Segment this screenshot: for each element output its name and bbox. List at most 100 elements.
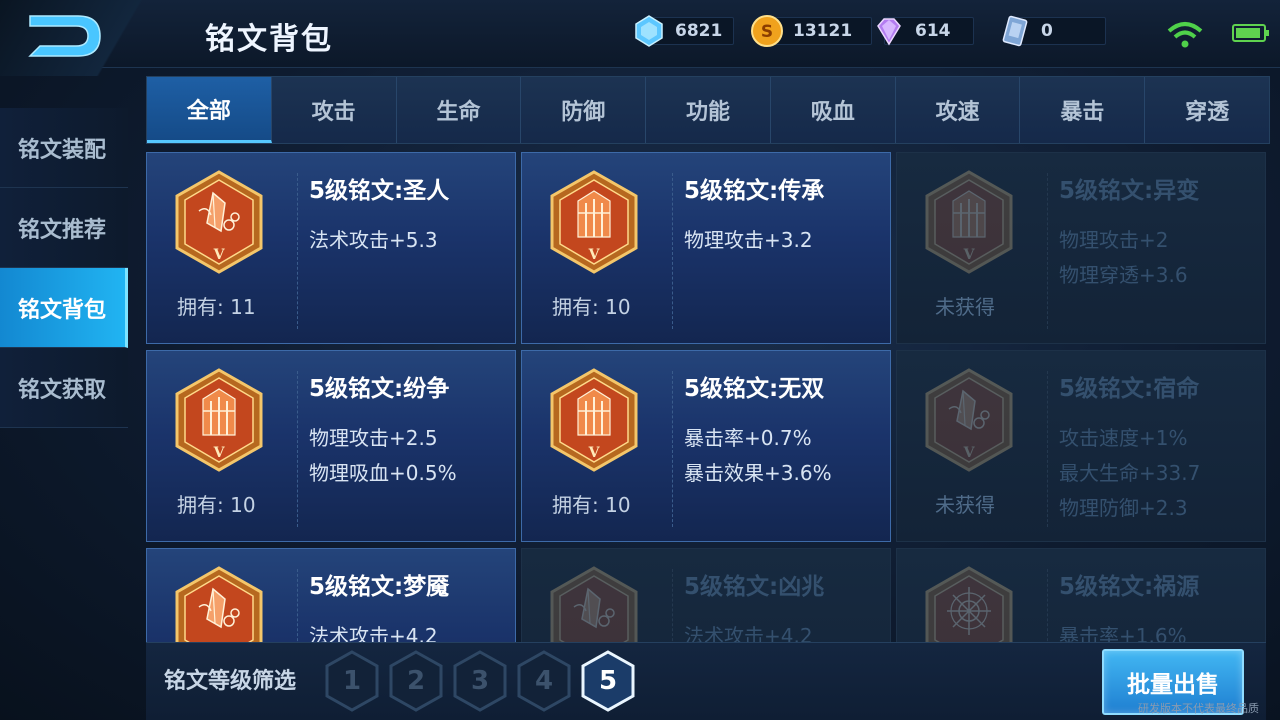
card-divider: [1047, 173, 1048, 329]
card-divider: [1047, 371, 1048, 527]
inscription-emblem-icon: V: [173, 367, 265, 475]
sidebar-item-obtain[interactable]: 铭文获取: [0, 348, 128, 428]
level-number: 3: [470, 666, 490, 696]
tab-all[interactable]: 全部: [147, 77, 272, 143]
voucher-currency[interactable]: 0: [998, 15, 1106, 47]
inscription-emblem-icon: V: [923, 367, 1015, 475]
inscription-stats: 暴击率+1.6%: [1059, 619, 1187, 642]
inscription-card[interactable]: V 5级铭文:梦魇法术攻击+4.2: [146, 548, 516, 642]
svg-text:V: V: [588, 445, 601, 461]
sidebar-item-recommend[interactable]: 铭文推荐: [0, 188, 128, 268]
svg-text:S: S: [761, 22, 773, 42]
inscription-stat: 物理穿透+3.6: [1059, 263, 1188, 287]
level-filter-5[interactable]: 5: [580, 649, 636, 713]
inscription-stat: 物理吸血+0.5%: [309, 461, 457, 485]
inscription-emblem-icon: V: [548, 169, 640, 277]
inscription-stat: 暴击率+0.7%: [684, 426, 812, 450]
inscription-emblem-icon: V: [923, 169, 1015, 277]
sidebar-item-equip[interactable]: 铭文装配: [0, 108, 128, 188]
sidebar-item-backpack[interactable]: 铭文背包: [0, 268, 128, 348]
inscription-grid: V 5级铭文:圣人法术攻击+5.3 拥有: 11 V 5级铭文:传承 物理攻击+3.2 拥有…: [146, 152, 1266, 642]
inscription-card[interactable]: V 5级铭文:纷争 物理攻击+2.5 物理吸血+0.5% 拥有: 10: [146, 350, 516, 542]
tab-health[interactable]: 生命: [396, 77, 522, 143]
inscription-stats: 法术攻击+4.2: [684, 619, 813, 642]
inscription-stat: 法术攻击+4.2: [309, 624, 438, 642]
inscription-stats: 法术攻击+4.2: [309, 619, 438, 642]
owned-count: 未获得: [935, 295, 995, 319]
level-filter-label: 铭文等级筛选: [164, 669, 297, 694]
inscription-card[interactable]: V 5级铭文:凶兆法术攻击+4.2: [521, 548, 891, 642]
inscription-card[interactable]: V 5级铭文:异变 物理攻击+2 物理穿透+3.6 未获得: [896, 152, 1266, 344]
inscription-name: 5级铭文:无双: [684, 376, 825, 402]
inscription-stat: 物理攻击+2: [1059, 228, 1169, 252]
back-button[interactable]: [0, 0, 190, 76]
tab-crit[interactable]: 暴击: [1020, 77, 1146, 143]
inscription-stats: 暴击率+0.7% 暴击效果+3.6%: [684, 421, 832, 491]
gold-currency[interactable]: S 13121: [750, 15, 872, 47]
tab-attack[interactable]: 攻击: [271, 77, 397, 143]
inscription-stat: 物理攻击+2.5: [309, 426, 438, 450]
inscription-stats: 法术攻击+5.3: [309, 223, 438, 258]
level-number: 1: [342, 666, 362, 696]
gold-coin-icon: S: [751, 15, 783, 47]
top-bar: 铭文背包 6821 S 13121 614 0: [0, 0, 1280, 76]
card-divider: [297, 569, 298, 642]
inscription-name: 5级铭文:传承: [684, 178, 825, 204]
inscription-name: 5级铭文:宿命: [1059, 376, 1200, 402]
inscription-name: 5级铭文:异变: [1059, 178, 1200, 204]
category-tabs: 全部 攻击 生命 防御 功能 吸血 攻速 暴击 穿透: [146, 76, 1270, 144]
card-divider: [297, 371, 298, 527]
tab-attack-speed[interactable]: 攻速: [895, 77, 1021, 143]
tab-defense[interactable]: 防御: [521, 77, 647, 143]
svg-text:V: V: [963, 247, 976, 263]
level-filter-2[interactable]: 2: [388, 649, 444, 713]
owned-count: 拥有: 10: [552, 493, 631, 517]
level-filter-1[interactable]: 1: [324, 649, 380, 713]
inscription-stat: 法术攻击+4.2: [684, 624, 813, 642]
inscription-emblem-icon: V: [548, 565, 640, 642]
level-number: 4: [534, 666, 554, 696]
owned-count: 未获得: [935, 493, 995, 517]
inscription-stat: 物理攻击+3.2: [684, 228, 813, 252]
svg-text:V: V: [588, 247, 601, 263]
owned-count: 拥有: 11: [177, 295, 256, 319]
tab-penetration[interactable]: 穿透: [1145, 77, 1270, 143]
inscription-stat: 物理防御+2.3: [1059, 496, 1188, 520]
diamond-icon: [635, 15, 663, 47]
watermark-text: 研发版本不代表最终品质: [1138, 702, 1259, 715]
inscription-emblem-icon: V: [173, 169, 265, 277]
level-filter-4[interactable]: 4: [516, 649, 572, 713]
inscription-stats: 物理攻击+3.2: [684, 223, 813, 258]
svg-text:V: V: [213, 247, 226, 263]
inscription-stat: 暴击效果+3.6%: [684, 461, 832, 485]
inscription-emblem-icon: V: [173, 565, 265, 642]
page-title: 铭文背包: [205, 22, 333, 57]
inscription-name: 5级铭文:圣人: [309, 178, 450, 204]
inscription-emblem-icon: V: [923, 565, 1015, 642]
inscription-name: 5级铭文:祸源: [1059, 574, 1200, 600]
owned-count: 拥有: 10: [552, 295, 631, 319]
level-filter-3[interactable]: 3: [452, 649, 508, 713]
card-divider: [672, 371, 673, 527]
tab-utility[interactable]: 功能: [646, 77, 771, 143]
inscription-card[interactable]: V 5级铭文:宿命攻击速度+1% 最大生命+33.7 物理防御+2.3 未获得: [896, 350, 1266, 542]
gem-currency[interactable]: 614: [872, 16, 974, 46]
inscription-stat: 攻击速度+1%: [1059, 426, 1188, 450]
inscription-stats: 攻击速度+1% 最大生命+33.7 物理防御+2.3: [1059, 421, 1200, 526]
inscription-stats: 物理攻击+2.5 物理吸血+0.5%: [309, 421, 457, 491]
inscription-card[interactable]: V 5级铭文:祸源暴击率+1.6%: [896, 548, 1266, 642]
inscription-stat: 暴击率+1.6%: [1059, 624, 1187, 642]
card-divider: [672, 569, 673, 642]
card-divider: [297, 173, 298, 329]
diamond-currency[interactable]: 6821: [632, 15, 734, 47]
inscription-card[interactable]: V 5级铭文:圣人法术攻击+5.3 拥有: 11: [146, 152, 516, 344]
voucher-icon: [1002, 15, 1028, 47]
inscription-card[interactable]: V 5级铭文:传承 物理攻击+3.2 拥有: 10: [521, 152, 891, 344]
gem-icon: [877, 18, 901, 46]
battery-icon: [1232, 24, 1269, 42]
inscription-card[interactable]: V 5级铭文:无双 暴击率+0.7% 暴击效果+3.6% 拥有: 10: [521, 350, 891, 542]
back-arrow-icon: [28, 15, 101, 57]
inscription-emblem-icon: V: [548, 367, 640, 475]
tab-lifesteal[interactable]: 吸血: [770, 77, 896, 143]
card-divider: [1047, 569, 1048, 642]
